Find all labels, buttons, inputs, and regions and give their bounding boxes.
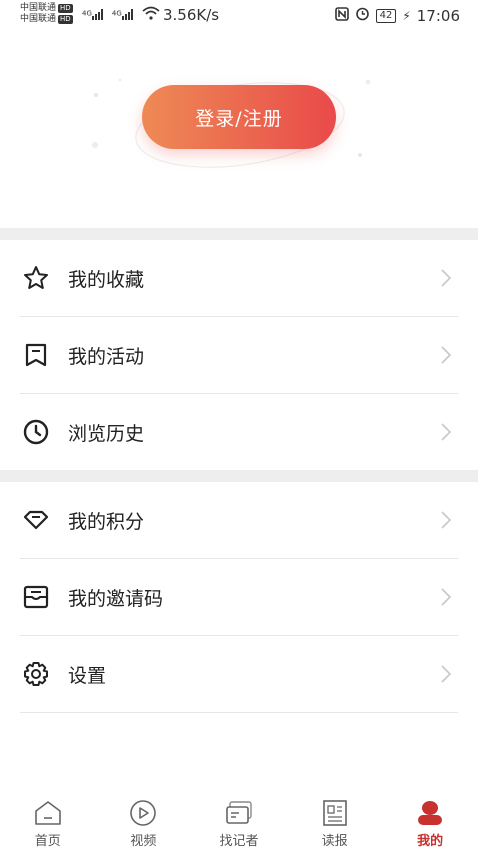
wifi-icon [142,6,160,23]
gear-icon [21,659,51,689]
chevron-right-icon [440,268,452,292]
status-bar: 中国联通 HD 中国联通 HD 4G 4G 3.56K/s 42 ⚡ 17:06 [0,0,478,30]
menu-group-2: 我的积分 我的邀请码 设置 [0,482,478,713]
home-icon [32,798,64,828]
battery-indicator: 42 [375,8,397,23]
tab-video[interactable]: 视频 [96,790,192,850]
tab-label: 首页 [34,834,61,849]
menu-item-points[interactable]: 我的积分 [20,482,458,559]
clock-icon [21,417,51,447]
section-divider [0,228,478,240]
network-speed: 3.56K/s [163,6,220,24]
bottom-tab-bar: 首页 视频 找记者 读报 我的 [0,790,478,850]
carrier-1: 中国联通 [20,3,57,13]
card-icon [223,798,255,828]
chevron-right-icon [440,587,452,611]
hd-badge: HD [58,4,73,13]
alarm-icon [355,6,370,25]
section-divider [0,470,478,482]
signal-icon: 4G [112,8,136,23]
hd-badge: HD [58,15,73,24]
menu-item-favorites[interactable]: 我的收藏 [20,240,458,317]
nfc-icon [334,6,349,25]
menu-group-1: 我的收藏 我的活动 浏览历史 [0,240,478,471]
menu-item-label: 设置 [68,664,107,687]
play-icon [127,798,159,828]
tab-mine[interactable]: 我的 [382,790,478,850]
menu-item-invite-code[interactable]: 我的邀请码 [20,559,458,636]
menu-item-settings[interactable]: 设置 [20,636,458,713]
login-hero: 登录/注册 [0,30,478,228]
login-register-button[interactable]: 登录/注册 [142,85,336,149]
tab-label: 读报 [321,834,348,849]
tab-label: 我的 [417,834,444,849]
chevron-right-icon [440,422,452,446]
tab-find-reporter[interactable]: 找记者 [191,790,287,850]
status-right: 42 ⚡ 17:06 [334,6,460,25]
menu-item-label: 浏览历史 [68,422,145,445]
menu-item-label: 我的活动 [68,345,145,368]
clock-time: 17:06 [416,6,460,25]
tab-home[interactable]: 首页 [0,790,96,850]
chevron-right-icon [440,664,452,688]
diamond-icon [21,505,51,535]
menu-item-label: 我的收藏 [68,268,145,291]
menu-item-activities[interactable]: 我的活动 [20,317,458,394]
chevron-right-icon [440,510,452,534]
tab-label: 找记者 [219,834,259,849]
inbox-icon [21,582,51,612]
menu-item-label: 我的积分 [68,510,145,533]
star-icon [21,263,51,293]
charging-icon: ⚡ [402,8,411,23]
user-icon [414,798,446,828]
signal-icon: 4G [82,8,106,23]
menu-item-history[interactable]: 浏览历史 [20,394,458,471]
chevron-right-icon [440,345,452,369]
tab-label: 视频 [130,834,157,849]
carrier-2: 中国联通 [20,14,57,24]
carrier-info: 中国联通 HD 中国联通 HD [20,3,73,25]
tab-read-newspaper[interactable]: 读报 [287,790,383,850]
menu-item-label: 我的邀请码 [68,587,164,610]
newspaper-icon [319,798,351,828]
signal-indicators: 4G 4G [82,6,160,23]
bookmark-icon [21,340,51,370]
